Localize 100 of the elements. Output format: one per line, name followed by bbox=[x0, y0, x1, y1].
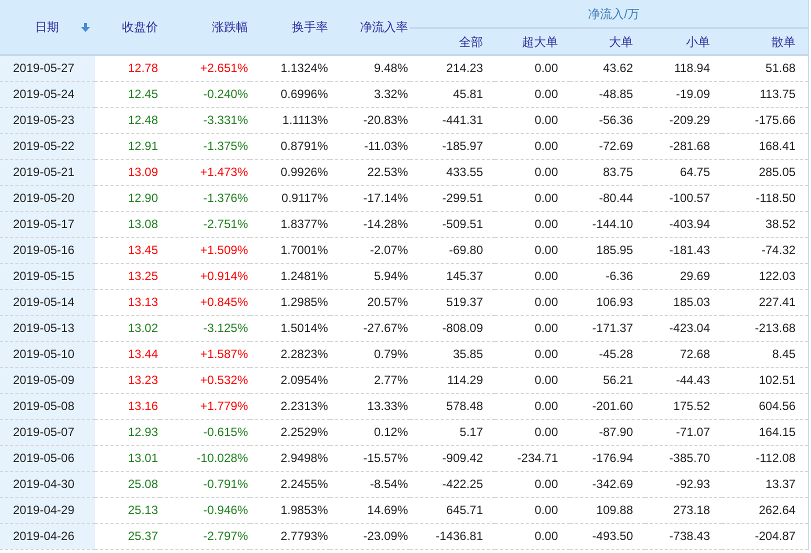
table-cell: +1.779% bbox=[160, 393, 250, 419]
table-cell: 1.1113% bbox=[250, 107, 330, 133]
table-cell: 433.55 bbox=[410, 159, 495, 185]
table-cell: -738.43 bbox=[645, 523, 722, 549]
table-cell: +1.473% bbox=[160, 159, 250, 185]
column-header[interactable]: 超大单 bbox=[495, 28, 570, 55]
table-cell: 0.00 bbox=[495, 133, 570, 159]
table-cell: -0.946% bbox=[160, 497, 250, 523]
column-header[interactable]: 全部 bbox=[410, 28, 495, 55]
table-cell: -19.09 bbox=[645, 81, 722, 107]
table-cell: -1436.81 bbox=[410, 523, 495, 549]
table-cell: -15.57% bbox=[330, 445, 410, 471]
table-cell: 3.32% bbox=[330, 81, 410, 107]
table-cell: 0.00 bbox=[495, 81, 570, 107]
table-cell: 122.03 bbox=[722, 263, 808, 289]
table-cell: 38.52 bbox=[722, 211, 808, 237]
column-header[interactable]: 净流入率 bbox=[330, 0, 410, 55]
table-cell: -27.67% bbox=[330, 315, 410, 341]
table-cell: 262.64 bbox=[722, 497, 808, 523]
table-cell: 13.25 bbox=[95, 263, 160, 289]
table-cell: 0.00 bbox=[495, 211, 570, 237]
table-cell: -342.69 bbox=[570, 471, 645, 497]
table-cell: 25.37 bbox=[95, 523, 160, 549]
table-cell: 0.00 bbox=[495, 341, 570, 367]
table-cell: -17.14% bbox=[330, 185, 410, 211]
date-cell: 2019-05-10 bbox=[0, 341, 95, 367]
table-cell: -209.29 bbox=[645, 107, 722, 133]
table-cell: 13.44 bbox=[95, 341, 160, 367]
table-cell: -80.44 bbox=[570, 185, 645, 211]
table-cell: -299.51 bbox=[410, 185, 495, 211]
table-cell: 13.08 bbox=[95, 211, 160, 237]
table-cell: 0.8791% bbox=[250, 133, 330, 159]
table-cell: -1.375% bbox=[160, 133, 250, 159]
table-cell: +1.509% bbox=[160, 237, 250, 263]
table-cell: +0.532% bbox=[160, 367, 250, 393]
table-cell: -201.60 bbox=[570, 393, 645, 419]
table-cell: 0.12% bbox=[330, 419, 410, 445]
column-header[interactable]: 换手率 bbox=[250, 0, 330, 55]
table-cell: +1.587% bbox=[160, 341, 250, 367]
table-cell: 12.48 bbox=[95, 107, 160, 133]
table-cell: -204.87 bbox=[722, 523, 808, 549]
table-cell: 0.9926% bbox=[250, 159, 330, 185]
column-header[interactable]: 涨跌幅 bbox=[160, 0, 250, 55]
table-cell: 0.00 bbox=[495, 393, 570, 419]
table-cell: 43.62 bbox=[570, 55, 645, 81]
table-cell: -48.85 bbox=[570, 81, 645, 107]
column-header[interactable]: 日期 bbox=[0, 0, 95, 55]
table-cell: 175.52 bbox=[645, 393, 722, 419]
table-cell: 185.95 bbox=[570, 237, 645, 263]
date-cell: 2019-05-16 bbox=[0, 237, 95, 263]
table-cell: 51.68 bbox=[722, 55, 808, 81]
table-cell: -44.43 bbox=[645, 367, 722, 393]
table-cell: 0.00 bbox=[495, 497, 570, 523]
table-cell: 13.02 bbox=[95, 315, 160, 341]
table-cell: -0.240% bbox=[160, 81, 250, 107]
column-header[interactable]: 散单 bbox=[722, 28, 808, 55]
table-cell: 13.23 bbox=[95, 367, 160, 393]
table-cell: -2.751% bbox=[160, 211, 250, 237]
table-cell: -422.25 bbox=[410, 471, 495, 497]
table-cell: 72.68 bbox=[645, 341, 722, 367]
table-cell: 2.77% bbox=[330, 367, 410, 393]
table-cell: 2.7793% bbox=[250, 523, 330, 549]
table-cell: 56.21 bbox=[570, 367, 645, 393]
table-cell: 113.75 bbox=[722, 81, 808, 107]
table-cell: -185.97 bbox=[410, 133, 495, 159]
table-cell: 0.00 bbox=[495, 263, 570, 289]
table-cell: -14.28% bbox=[330, 211, 410, 237]
table-cell: -71.07 bbox=[645, 419, 722, 445]
table-cell: 0.00 bbox=[495, 471, 570, 497]
table-cell: -56.36 bbox=[570, 107, 645, 133]
table-cell: 29.69 bbox=[645, 263, 722, 289]
table-cell: 273.18 bbox=[645, 497, 722, 523]
table-cell: +0.914% bbox=[160, 263, 250, 289]
table-cell: 13.13 bbox=[95, 289, 160, 315]
table-cell: -72.69 bbox=[570, 133, 645, 159]
date-cell: 2019-04-30 bbox=[0, 471, 95, 497]
table-cell: -8.54% bbox=[330, 471, 410, 497]
table-cell: 13.37 bbox=[722, 471, 808, 497]
column-header[interactable]: 小单 bbox=[645, 28, 722, 55]
table-cell: -234.71 bbox=[495, 445, 570, 471]
table-cell: 114.29 bbox=[410, 367, 495, 393]
table-cell: -74.32 bbox=[722, 237, 808, 263]
date-cell: 2019-05-15 bbox=[0, 263, 95, 289]
table-cell: -181.43 bbox=[645, 237, 722, 263]
table-cell: 109.88 bbox=[570, 497, 645, 523]
table-cell: 5.17 bbox=[410, 419, 495, 445]
table-cell: 164.15 bbox=[722, 419, 808, 445]
table-cell: -403.94 bbox=[645, 211, 722, 237]
column-header[interactable]: 大单 bbox=[570, 28, 645, 55]
column-header[interactable]: 收盘价 bbox=[95, 0, 160, 55]
table-cell: 1.2481% bbox=[250, 263, 330, 289]
table-cell: -11.03% bbox=[330, 133, 410, 159]
table-cell: 1.1324% bbox=[250, 55, 330, 81]
table-cell: 0.00 bbox=[495, 523, 570, 549]
table-cell: 0.00 bbox=[495, 419, 570, 445]
date-cell: 2019-05-17 bbox=[0, 211, 95, 237]
table-cell: 578.48 bbox=[410, 393, 495, 419]
table-cell: 25.13 bbox=[95, 497, 160, 523]
table-cell: 13.09 bbox=[95, 159, 160, 185]
table-cell: 22.53% bbox=[330, 159, 410, 185]
